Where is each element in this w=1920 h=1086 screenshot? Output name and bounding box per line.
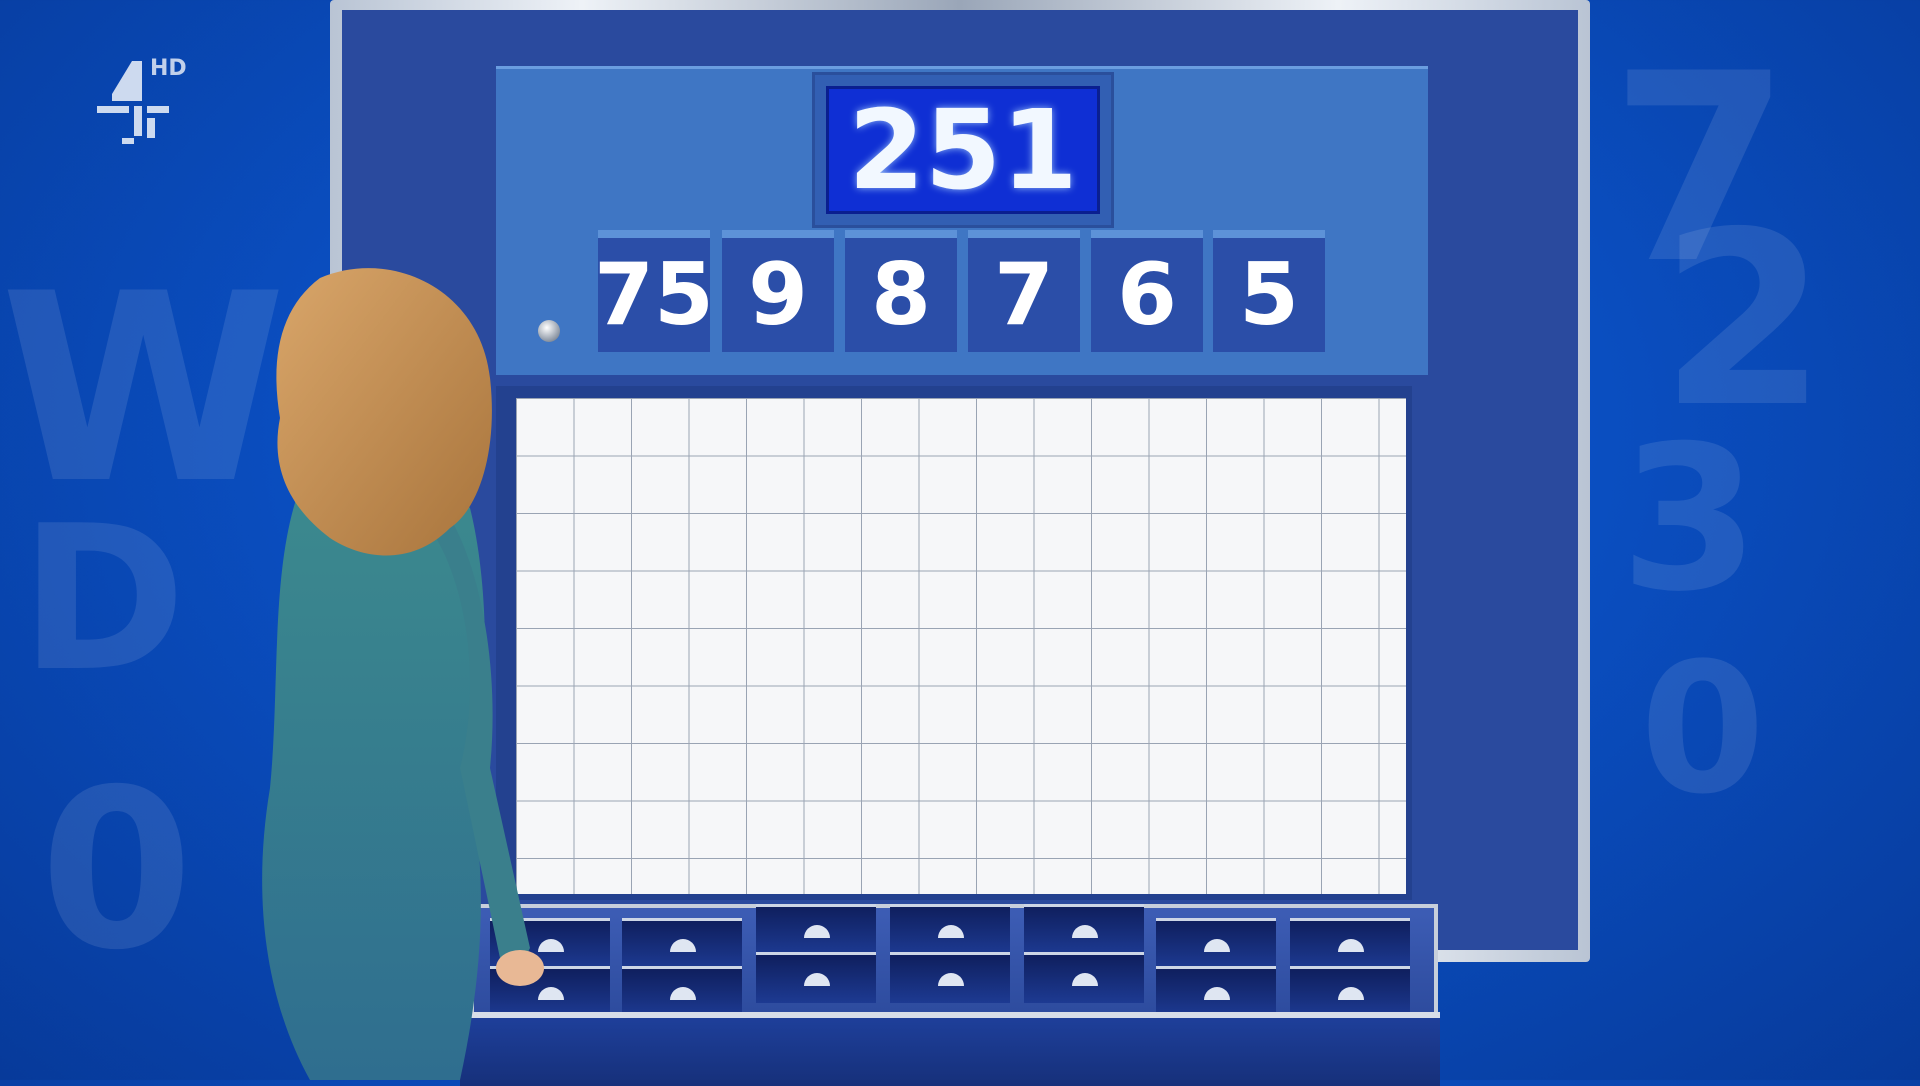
number-card — [1156, 918, 1276, 969]
clock-icon — [938, 973, 964, 986]
background-digit: 0 — [40, 742, 194, 998]
clock-icon — [1338, 987, 1364, 1000]
target-number: 251 — [826, 86, 1100, 214]
number-tile: 75 — [594, 230, 714, 352]
number-card — [1024, 904, 1144, 955]
number-card — [622, 966, 742, 1017]
clock-icon — [1072, 925, 1098, 938]
clock-icon — [1204, 987, 1230, 1000]
number-tile: 5 — [1213, 230, 1325, 352]
number-card — [756, 904, 876, 955]
clock-icon — [670, 939, 696, 952]
clock-icon — [938, 925, 964, 938]
background-digit: 3 — [1620, 403, 1760, 636]
number-card — [1156, 966, 1276, 1017]
clock-icon — [804, 973, 830, 986]
card-tray-base — [460, 1012, 1440, 1086]
hd-label: HD — [150, 56, 187, 81]
number-card — [890, 952, 1010, 1003]
clock-icon — [1072, 973, 1098, 986]
number-tile: 6 — [1091, 230, 1203, 352]
number-card — [756, 952, 876, 1003]
background-digit: 0 — [1640, 625, 1766, 834]
clock-icon — [670, 987, 696, 1000]
number-card — [1024, 952, 1144, 1003]
number-card — [1290, 918, 1410, 969]
number-tile: 8 — [845, 230, 957, 352]
grid-whiteboard — [516, 398, 1406, 894]
clock-icon — [1338, 939, 1364, 952]
number-card — [890, 904, 1010, 955]
presenter-figure — [262, 268, 544, 1080]
clock-icon — [804, 925, 830, 938]
background-digit: D — [20, 483, 187, 716]
clock-icon — [1204, 939, 1230, 952]
number-card — [1290, 966, 1410, 1017]
number-tile: 7 — [968, 230, 1080, 352]
number-tile: 9 — [722, 230, 834, 352]
number-card — [622, 918, 742, 969]
